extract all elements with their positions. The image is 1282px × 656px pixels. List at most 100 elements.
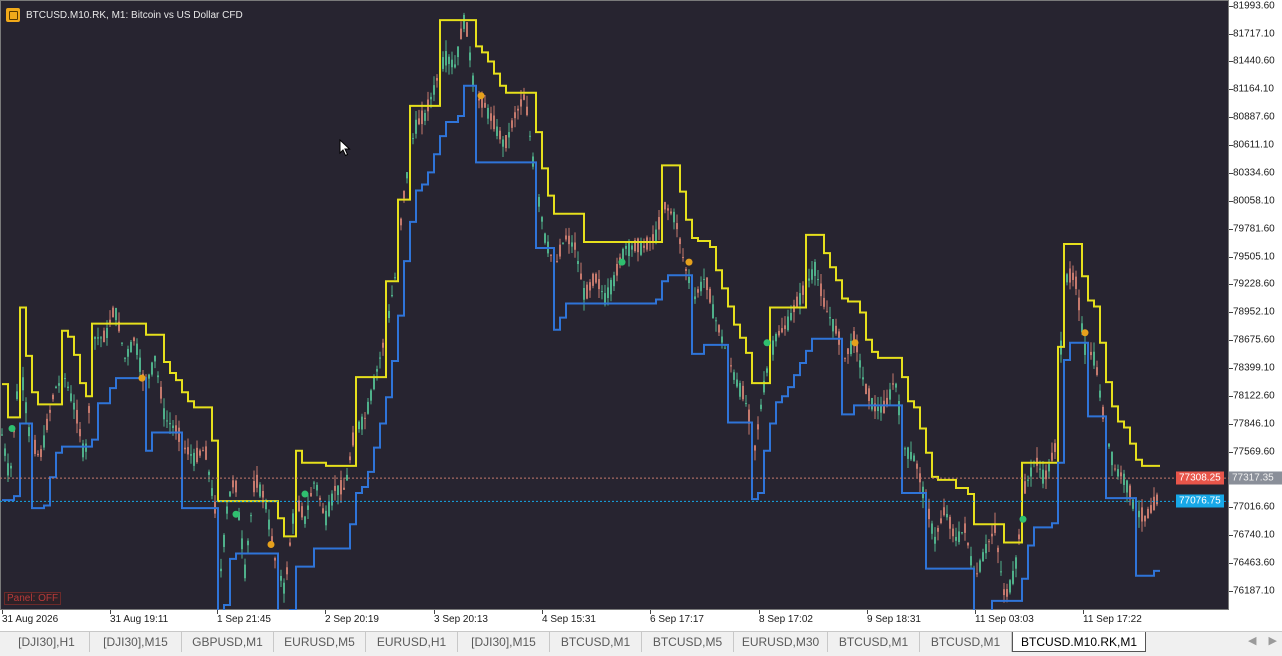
price-axis-tick	[1229, 423, 1233, 425]
candle-body	[1015, 557, 1017, 569]
candle-body	[1072, 272, 1074, 280]
candle-body	[628, 241, 630, 257]
chart-tab[interactable]: EURUSD,M30	[734, 632, 828, 652]
candle-body	[97, 337, 99, 339]
candle-body	[1153, 496, 1155, 511]
price-axis-tick	[1229, 200, 1233, 202]
time-axis-label: 11 Sep 03:03	[975, 614, 1034, 625]
chart-tab[interactable]: [DJI30],M15	[458, 632, 550, 652]
chart-tab[interactable]: EURUSD,H1	[366, 632, 458, 652]
candle-body	[589, 282, 591, 291]
candle-body	[1096, 367, 1098, 375]
price-axis-label: 76463.60	[1233, 557, 1275, 569]
candle-body	[1048, 464, 1050, 472]
price-axis-tick	[1229, 256, 1233, 258]
price-axis-label: 81440.60	[1233, 55, 1275, 67]
candle-body	[670, 211, 672, 214]
candle-body	[112, 307, 114, 318]
price-axis-label: 81164.10	[1233, 83, 1274, 95]
candle-body	[73, 402, 75, 410]
chart-tab[interactable]: BTCUSD,M1	[550, 632, 642, 652]
candle-body	[166, 420, 168, 422]
candle-body	[529, 135, 531, 137]
price-axis-label: 80887.60	[1233, 111, 1275, 123]
price-axis-tick	[1229, 33, 1233, 35]
candle-body	[136, 343, 138, 355]
candle-body	[88, 406, 90, 413]
chart-tab[interactable]: GBPUSD,M1	[182, 632, 274, 652]
panel-toggle-button[interactable]: Panel: OFF	[4, 592, 62, 605]
last-price-tag: 77317.35	[1229, 471, 1282, 485]
candle-body	[424, 112, 426, 121]
chart-tab[interactable]: BTCUSD.M10.RK,M1	[1012, 632, 1146, 652]
candle-body	[376, 369, 378, 372]
candle-body	[1117, 469, 1119, 477]
scroll-right-icon[interactable]: ▶	[1268, 634, 1276, 647]
candle-body	[34, 439, 36, 454]
candle-body	[463, 14, 465, 29]
candle-body	[1054, 443, 1056, 452]
chart-tab[interactable]: EURUSD,M5	[274, 632, 366, 652]
candle-body	[394, 277, 396, 279]
candle-body	[931, 523, 933, 534]
candle-body	[316, 484, 318, 491]
candle-body	[970, 556, 972, 566]
time-axis[interactable]	[0, 610, 1229, 631]
candle-body	[613, 275, 615, 287]
time-axis-tick	[325, 610, 326, 614]
chart-tab[interactable]: [DJI30],H1	[4, 632, 90, 652]
candle-body	[664, 202, 666, 210]
candle-body	[334, 485, 336, 491]
chart-tab[interactable]: [DJI30],M15	[90, 632, 182, 652]
candle-body	[541, 217, 543, 222]
chart-window[interactable]: BTCUSD.M10.RK, M1: Bitcoin vs US Dollar …	[0, 0, 1282, 631]
scroll-left-icon[interactable]: ◀	[1248, 634, 1256, 647]
time-axis-label: 1 Sep 21:45	[217, 614, 271, 625]
candle-body	[421, 110, 423, 125]
candle-body	[715, 320, 717, 322]
candle-body	[223, 534, 225, 547]
candle-body	[910, 451, 912, 460]
candle-body	[178, 427, 180, 442]
candle-body	[871, 397, 873, 410]
candle-body	[172, 425, 174, 429]
time-axis-label: 2 Sep 20:19	[325, 614, 379, 625]
candle-body	[703, 278, 705, 280]
candle-body	[190, 454, 192, 456]
candle-body	[358, 421, 360, 430]
candle-body	[265, 502, 267, 510]
candle-body	[676, 223, 678, 230]
candle-body	[328, 501, 330, 517]
candle-body	[946, 513, 948, 518]
candle-body	[643, 245, 645, 248]
candle-body	[379, 357, 381, 359]
candle-body	[151, 362, 153, 375]
price-chart[interactable]	[0, 0, 1229, 610]
candle-body	[79, 429, 81, 437]
candle-body	[592, 273, 594, 286]
mouse-cursor-icon	[339, 139, 351, 157]
candle-body	[25, 402, 27, 414]
candle-body	[241, 538, 243, 550]
candle-body	[997, 547, 999, 553]
candle-body	[364, 417, 366, 419]
chart-tab[interactable]: BTCUSD,M1	[828, 632, 920, 652]
tab-scroll-arrows[interactable]: ◀ ▶	[1248, 634, 1277, 647]
time-axis-tick	[1083, 610, 1084, 614]
candle-body	[940, 518, 942, 524]
candle-body	[382, 342, 384, 348]
candle-body	[442, 57, 444, 69]
candle-body	[904, 448, 906, 450]
chart-tab[interactable]: BTCUSD,M1	[920, 632, 1012, 652]
candle-body	[106, 327, 108, 338]
candle-body	[802, 285, 804, 295]
price-axis-label: 80334.60	[1233, 167, 1275, 179]
candle-body	[337, 485, 339, 496]
chart-tab[interactable]: BTCUSD,M5	[642, 632, 734, 652]
candle-body	[829, 317, 831, 319]
candle-body	[658, 217, 660, 230]
time-axis-label: 31 Aug 2026	[2, 614, 59, 625]
candle-body	[1150, 505, 1152, 513]
candle-body	[832, 319, 834, 332]
candle-body	[184, 447, 186, 450]
